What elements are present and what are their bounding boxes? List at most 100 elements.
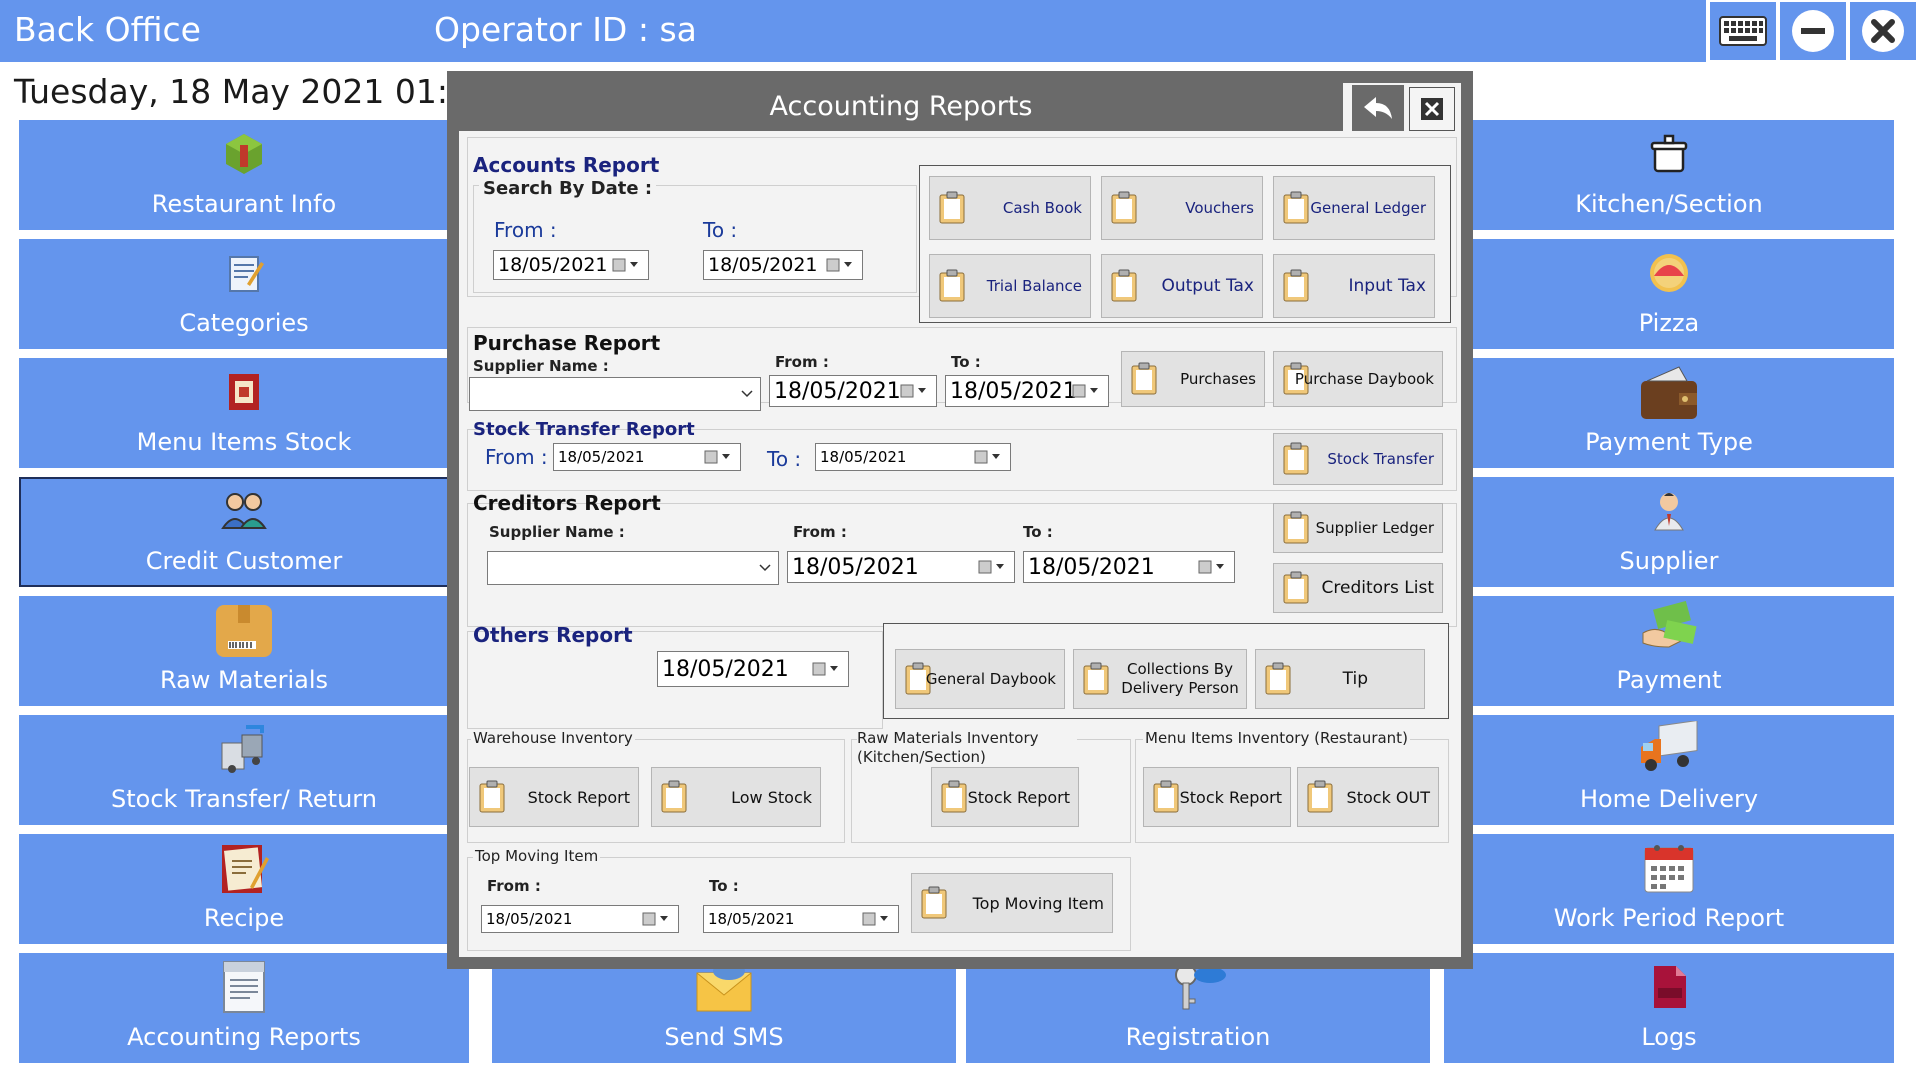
tile-categories[interactable]: Categories: [19, 239, 469, 349]
top-moving-from-date[interactable]: 18/05/2021: [481, 905, 679, 933]
tile-label: Raw Materials: [159, 666, 329, 694]
tile-payment[interactable]: Payment: [1444, 596, 1894, 706]
raw-stock-report-button[interactable]: Stock Report: [931, 767, 1079, 827]
tile-label: Payment Type: [1585, 428, 1753, 456]
tile-work-period-report[interactable]: Work Period Report: [1444, 834, 1894, 944]
date-value: 18/05/2021: [662, 656, 789, 682]
close-icon: [1421, 98, 1443, 120]
tile-logs[interactable]: Logs: [1444, 953, 1894, 1063]
stock-transfer-from-date[interactable]: 18/05/2021: [553, 443, 741, 471]
keyboard-icon: [1719, 16, 1767, 46]
dialog-close-button[interactable]: [1409, 87, 1455, 131]
tile-recipe[interactable]: Recipe: [19, 834, 469, 944]
tile-restaurant-info[interactable]: Restaurant Info: [19, 120, 469, 230]
accounts-to-date[interactable]: 18/05/2021: [703, 250, 863, 280]
tile-label: Stock Transfer/ Return: [111, 785, 377, 813]
pizza-icon: [1650, 254, 1688, 292]
accounts-to-label: To :: [703, 218, 738, 242]
calendar-dropdown-icon: [612, 258, 638, 272]
general-daybook-button[interactable]: General Daybook: [895, 649, 1065, 709]
creditors-to-date[interactable]: 18/05/2021: [1023, 551, 1235, 583]
transfer-icon: [221, 725, 264, 773]
truck-icon: [1641, 721, 1698, 771]
date-value: 18/05/2021: [558, 448, 645, 466]
purchase-from-date[interactable]: 18/05/2021: [769, 375, 937, 407]
tile-label: Home Delivery: [1579, 785, 1759, 813]
tile-label: Kitchen/Section: [1575, 190, 1763, 218]
vouchers-button[interactable]: Vouchers: [1101, 176, 1263, 240]
minimize-icon: [1792, 10, 1834, 52]
tile-stock-transfer-return[interactable]: Stock Transfer/ Return: [19, 715, 469, 825]
clipboard-icon: [479, 780, 505, 813]
input-tax-button[interactable]: Input Tax: [1273, 254, 1435, 318]
top-moving-to-date[interactable]: 18/05/2021: [703, 905, 899, 933]
tile-raw-materials[interactable]: Raw Materials: [19, 596, 469, 706]
stock-transfer-report-title: Stock Transfer Report: [473, 419, 695, 440]
stock-transfer-to-date[interactable]: 18/05/2021: [815, 443, 1011, 471]
menu-book-icon: [229, 374, 259, 410]
menu-stock-report-button[interactable]: Stock Report: [1143, 767, 1291, 827]
exit-button[interactable]: [1850, 2, 1916, 60]
date-value: 18/05/2021: [820, 448, 907, 466]
cash-book-button[interactable]: Cash Book: [929, 176, 1091, 240]
tile-send-sms[interactable]: Send SMS: [492, 953, 956, 1063]
tile-menu-items-stock[interactable]: Menu Items Stock: [19, 358, 469, 468]
calendar-dropdown-icon: [978, 560, 1004, 574]
button-label: Stock OUT: [1346, 787, 1430, 807]
top-moving-item-button[interactable]: Top Moving Item: [911, 873, 1113, 933]
search-by-date-label: Search By Date :: [479, 178, 657, 199]
tile-label: Categories: [179, 309, 309, 337]
button-label: Low Stock: [731, 787, 812, 807]
top-moving-to-label: To :: [709, 877, 739, 895]
creditors-supplier-select[interactable]: [487, 551, 779, 585]
tile-payment-type[interactable]: Payment Type: [1444, 358, 1894, 468]
purchase-daybook-button[interactable]: Purchase Daybook: [1273, 351, 1443, 407]
output-tax-button[interactable]: Output Tax: [1101, 254, 1263, 318]
trial-balance-button[interactable]: Trial Balance: [929, 254, 1091, 318]
report-icon: [223, 961, 265, 1013]
purchases-button[interactable]: Purchases: [1121, 351, 1265, 407]
minimize-button[interactable]: [1780, 2, 1846, 60]
low-stock-button[interactable]: Low Stock: [651, 767, 821, 827]
tile-pizza[interactable]: Pizza: [1444, 239, 1894, 349]
tile-label: Supplier: [1619, 547, 1719, 575]
creditors-list-button[interactable]: Creditors List: [1273, 563, 1443, 613]
tip-button[interactable]: Tip: [1255, 649, 1425, 709]
tile-supplier[interactable]: Supplier: [1444, 477, 1894, 587]
tile-label: Work Period Report: [1553, 904, 1785, 932]
tile-credit-customer[interactable]: Credit Customer: [19, 477, 469, 587]
tile-label: Recipe: [203, 904, 285, 932]
button-label: Supplier Ledger: [1315, 519, 1434, 537]
others-report-date[interactable]: 18/05/2021: [657, 651, 849, 687]
tile-label: Payment: [1616, 666, 1722, 694]
tile-home-delivery[interactable]: Home Delivery: [1444, 715, 1894, 825]
creditors-from-date[interactable]: 18/05/2021: [787, 551, 1015, 583]
tile-kitchen-section[interactable]: Kitchen/Section: [1444, 120, 1894, 230]
purchase-supplier-select[interactable]: [469, 377, 761, 411]
back-button[interactable]: [1352, 85, 1404, 131]
stock-transfer-from-label: From :: [485, 445, 548, 469]
general-ledger-button[interactable]: General Ledger: [1273, 176, 1435, 240]
clipboard-icon: [1265, 662, 1291, 695]
stock-transfer-to-label: To :: [767, 447, 802, 471]
stock-out-button[interactable]: Stock OUT: [1297, 767, 1439, 827]
clipboard-icon: [1283, 442, 1309, 475]
calendar-dropdown-icon: [862, 912, 888, 926]
collections-by-delivery-person-button[interactable]: Collections By Delivery Person: [1073, 649, 1247, 709]
tile-accounting-reports[interactable]: Accounting Reports: [19, 953, 469, 1063]
warehouse-stock-report-button[interactable]: Stock Report: [469, 767, 639, 827]
supplier-ledger-button[interactable]: Supplier Ledger: [1273, 503, 1443, 553]
tile-registration[interactable]: Registration: [966, 953, 1430, 1063]
purchase-to-date[interactable]: 18/05/2021: [945, 375, 1109, 407]
date-value: 18/05/2021: [1028, 554, 1155, 580]
accounts-from-date[interactable]: 18/05/2021: [493, 250, 649, 280]
clipboard-icon: [1283, 571, 1309, 604]
keyboard-button[interactable]: [1710, 2, 1776, 60]
button-label: Top Moving Item: [972, 893, 1104, 913]
pot-icon: [1650, 134, 1688, 173]
restaurant-icon: [226, 134, 262, 174]
date-value: 18/05/2021: [774, 378, 901, 404]
date-value: 18/05/2021: [708, 910, 795, 928]
calendar-icon: [1644, 845, 1694, 893]
stock-transfer-button[interactable]: Stock Transfer: [1273, 433, 1443, 485]
